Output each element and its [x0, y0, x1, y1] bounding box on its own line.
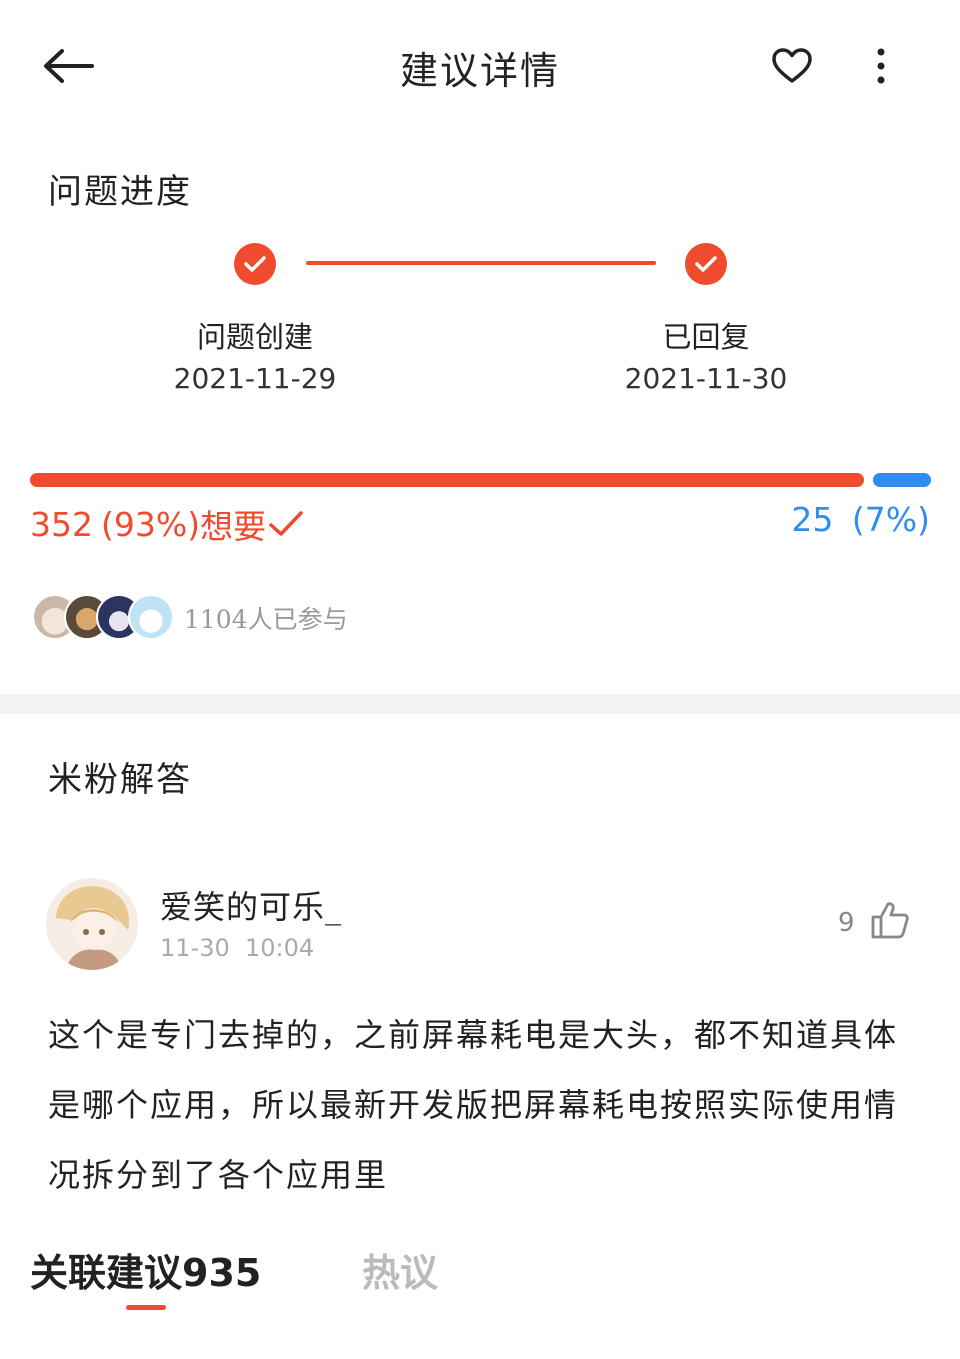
more-button[interactable]: [862, 40, 900, 92]
want-bar: [30, 473, 864, 487]
progress-connector: [306, 261, 656, 265]
user-avatar-image: [46, 878, 138, 970]
active-tab-indicator: [126, 1305, 166, 1310]
thumbs-up-icon: [871, 902, 909, 939]
not-want-vote-button[interactable]: 25 (7%): [791, 500, 930, 539]
progress-section-title: 问题进度: [48, 172, 192, 212]
answers-section-title: 米粉解答: [48, 760, 192, 800]
more-vertical-icon: [877, 48, 885, 84]
want-label: 想要: [200, 507, 267, 546]
want-vote-button[interactable]: 352 (93%) 想要: [30, 500, 304, 548]
step-replied-label: 已回复: [662, 320, 750, 354]
heart-icon: [772, 48, 812, 83]
step-created-check: [234, 243, 276, 285]
avatar: [128, 594, 174, 640]
answer-timestamp: 11-30 10:04: [160, 934, 315, 962]
want-percent: (93%): [101, 504, 201, 544]
step-replied-check: [685, 243, 727, 285]
want-count: 352: [30, 504, 93, 544]
step-replied-date: 2021-11-30: [624, 362, 788, 395]
check-icon: [695, 256, 717, 272]
not-want-percent: (7%): [851, 500, 930, 539]
top-bar: 建议详情: [0, 0, 960, 130]
participant-avatars[interactable]: [32, 594, 182, 642]
favorite-button[interactable]: [766, 40, 818, 92]
answer-username[interactable]: 爱笑的可乐_: [160, 882, 342, 928]
participants-count: 1104人已参与: [184, 605, 348, 634]
answer-content: 这个是专门去掉的，之前屏幕耗电是大头，都不知道具体是哪个应用，所以最新开发版把屏…: [48, 1016, 899, 1194]
like-count: 9: [838, 908, 855, 938]
tab-hot-discussion[interactable]: 热议: [362, 1242, 438, 1297]
check-icon: [269, 511, 303, 536]
not-want-bar: [873, 473, 931, 487]
section-divider: [0, 694, 960, 714]
step-created-label: 问题创建: [196, 320, 313, 354]
step-created-date: 2021-11-29: [173, 362, 337, 395]
not-want-count: 25: [791, 500, 834, 539]
check-icon: [244, 256, 266, 272]
avatar[interactable]: [46, 878, 138, 970]
tab-related-suggestions[interactable]: 关联建议935: [30, 1242, 261, 1297]
like-button[interactable]: [868, 898, 912, 942]
